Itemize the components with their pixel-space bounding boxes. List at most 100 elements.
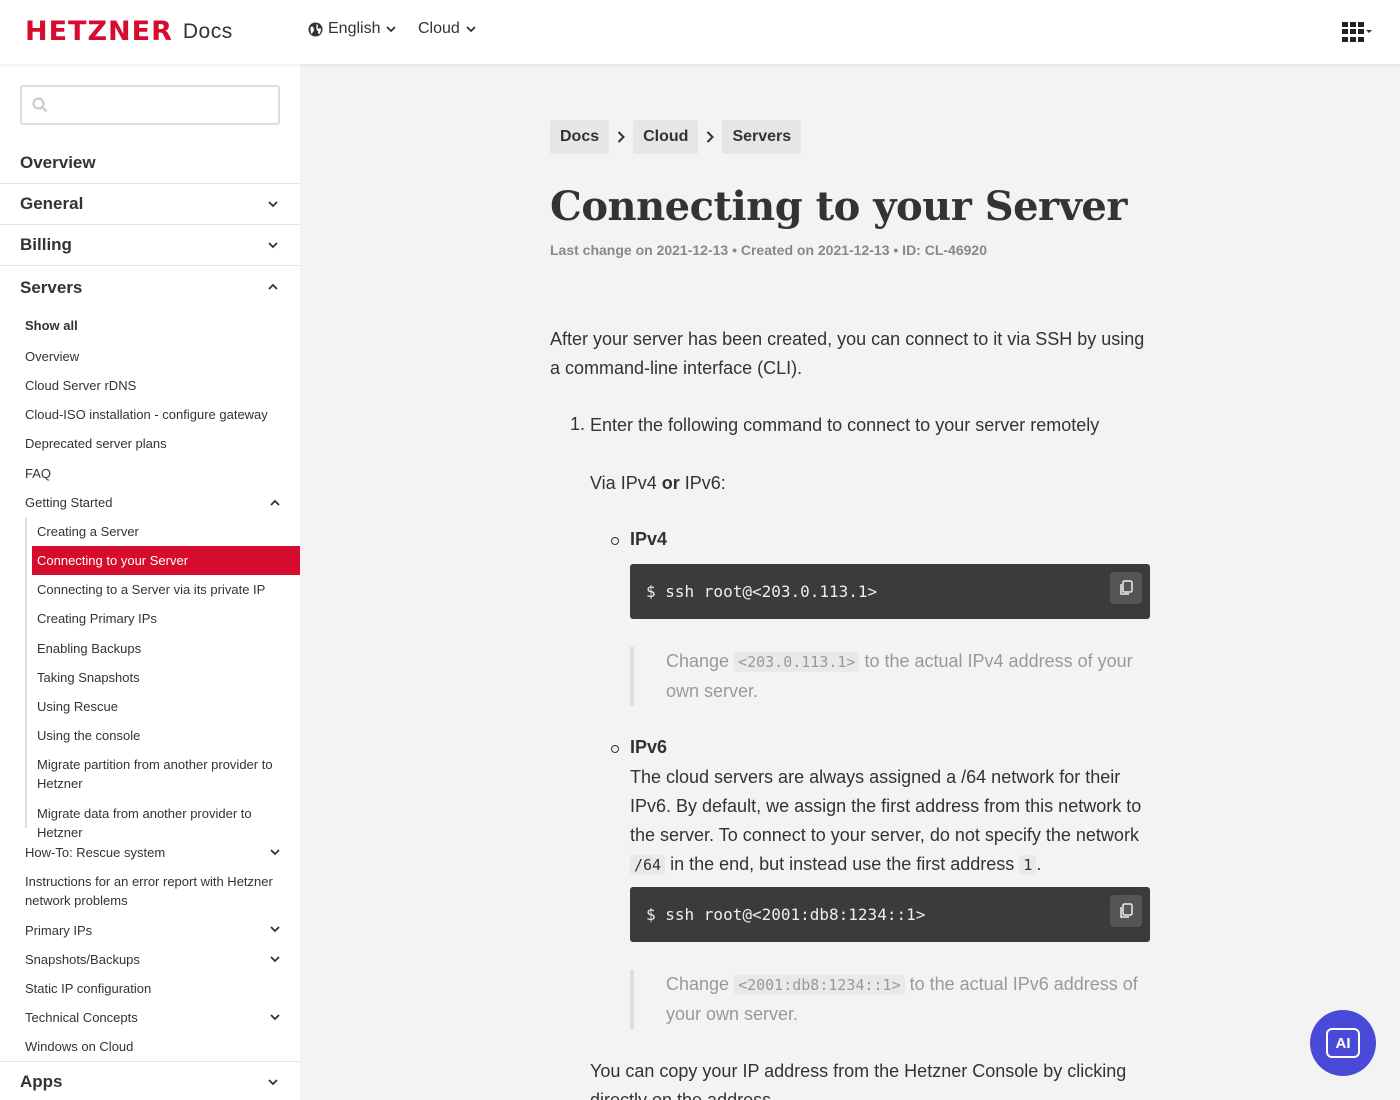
sidebar-child-connecting-private[interactable]: Connecting to a Server via its private I… <box>37 580 265 599</box>
ipv4-note: Change <203.0.113.1> to the actual IPv4 … <box>630 647 1150 706</box>
breadcrumb-cloud[interactable]: Cloud <box>633 120 699 154</box>
sidebar: Overview General Billing Servers Show al… <box>0 64 300 1100</box>
ipv4-note-prefix: Change <box>666 651 735 671</box>
ipv6-label: IPv6 <box>630 737 668 757</box>
sidebar-item-windows[interactable]: Windows on Cloud <box>25 1037 133 1056</box>
sidebar-section-label: Servers <box>20 277 83 297</box>
search-box[interactable] <box>20 85 280 125</box>
ipv6-note-prefix: Change <box>666 974 735 994</box>
via-prefix: Via IPv4 <box>590 473 662 493</box>
sidebar-child-creating-server[interactable]: Creating a Server <box>37 522 139 541</box>
product-dropdown[interactable]: Cloud <box>418 20 476 38</box>
breadcrumb: Docs Cloud Servers <box>550 120 802 154</box>
sidebar-item-how-to-rescue[interactable]: How-To: Rescue system <box>25 843 165 862</box>
search-icon <box>32 97 48 113</box>
sidebar-item-rdns[interactable]: Cloud Server rDNS <box>25 376 136 395</box>
sidebar-item-getting-started[interactable]: Getting Started <box>25 493 112 512</box>
ipv6-note-code: <2001:db8:1234::1> <box>734 975 905 995</box>
ipv6-text-2: in the end, but instead use the first ad… <box>665 854 1020 874</box>
ipv6-command[interactable]: $ ssh root@<2001:db8:1234::1> <box>646 905 925 924</box>
sidebar-section-general[interactable]: General <box>0 184 300 225</box>
ipv4-command[interactable]: $ ssh root@<203.0.113.1> <box>646 582 877 601</box>
chevron-down-icon[interactable] <box>270 924 280 934</box>
chevron-up-icon <box>268 283 278 290</box>
chevron-up-icon[interactable] <box>270 498 280 508</box>
copy-button[interactable] <box>1110 572 1142 604</box>
intro-paragraph: After your server has been created, you … <box>550 329 1145 378</box>
ipv4-code-block: $ ssh root@<203.0.113.1> <box>630 564 1150 619</box>
copy-icon <box>1120 903 1133 918</box>
sidebar-item-technical-concepts[interactable]: Technical Concepts <box>25 1008 138 1027</box>
chevron-right-icon <box>698 130 722 144</box>
sidebar-child-connecting-active[interactable]: Connecting to your Server <box>32 546 300 575</box>
sidebar-item-deprecated[interactable]: Deprecated server plans <box>25 434 167 453</box>
ipv6-code-network: /64 <box>630 855 666 875</box>
ai-label: AI <box>1335 1034 1351 1052</box>
breadcrumb-servers[interactable]: Servers <box>722 120 802 154</box>
sidebar-section-label: Overview <box>20 153 96 172</box>
hetzner-docs-logo[interactable]: HETZNER Docs <box>25 18 233 45</box>
copy-button[interactable] <box>1110 895 1142 927</box>
chevron-down-icon[interactable] <box>270 1012 280 1022</box>
top-navbar: HETZNER Docs English Cloud <box>0 0 1400 64</box>
sidebar-section-apps[interactable]: Apps <box>0 1061 300 1100</box>
chevron-right-icon <box>609 130 633 144</box>
chevron-down-icon <box>268 201 278 208</box>
ipv6-text-3: . <box>1036 854 1042 874</box>
ipv6-note: Change <2001:db8:1234::1> to the actual … <box>630 970 1150 1029</box>
ipv4-label: IPv4 <box>630 529 668 549</box>
sidebar-child-creating-primary-ips[interactable]: Creating Primary IPs <box>37 609 157 628</box>
globe-icon <box>308 21 323 37</box>
language-label: English <box>328 20 381 37</box>
ipv4-note-code: <203.0.113.1> <box>734 652 860 672</box>
ipv6-description: The cloud servers are always assigned a … <box>630 763 1150 880</box>
product-label: Cloud <box>418 20 460 37</box>
docs-logo-label: Docs <box>182 20 233 43</box>
language-dropdown[interactable]: English <box>308 20 397 38</box>
sidebar-section-overview[interactable]: Overview <box>0 143 300 184</box>
ai-assistant-button[interactable]: AI <box>1310 1010 1376 1076</box>
sidebar-item-static-ip[interactable]: Static IP configuration <box>25 979 151 998</box>
page-title: Connecting to your Server <box>550 183 1127 230</box>
caret-down-icon[interactable] <box>1366 30 1372 33</box>
sidebar-item-primary-ips[interactable]: Primary IPs <box>25 921 92 940</box>
step-1-text: Enter the following command to connect t… <box>590 415 1100 435</box>
copy-icon <box>1120 580 1133 595</box>
sidebar-section-label: Apps <box>20 1072 63 1091</box>
copy-ip-paragraph: You can copy your IP address from the He… <box>590 1061 1127 1100</box>
sidebar-item-overview[interactable]: Overview <box>25 347 79 366</box>
ipv6-code-first: 1 <box>1019 855 1037 875</box>
sidebar-item-show-all[interactable]: Show all <box>25 316 78 335</box>
via-text: Via IPv4 or IPv6: <box>590 469 1150 498</box>
sidebar-item-cloud-iso[interactable]: Cloud-ISO installation - configure gatew… <box>25 405 268 424</box>
sidebar-child-using-rescue[interactable]: Using Rescue <box>37 697 118 716</box>
sidebar-child-enabling-backups[interactable]: Enabling Backups <box>37 639 141 658</box>
ipv6-text-1: The cloud servers are always assigned a … <box>630 767 1142 845</box>
article-meta: Last change on 2021-12-13 • Created on 2… <box>550 242 987 258</box>
ipv6-code-block: $ ssh root@<2001:db8:1234::1> <box>630 887 1150 942</box>
breadcrumb-docs[interactable]: Docs <box>550 120 610 154</box>
sidebar-section-label: Billing <box>20 235 72 254</box>
sidebar-section-servers[interactable]: Servers <box>0 267 300 308</box>
bullet-circle <box>611 537 619 545</box>
chevron-down-icon[interactable] <box>270 954 280 964</box>
bullet-circle <box>611 745 619 753</box>
search-input[interactable] <box>58 87 274 123</box>
sidebar-child-using-console[interactable]: Using the console <box>37 726 140 745</box>
sidebar-item-error-report[interactable]: Instructions for an error report with He… <box>25 872 285 910</box>
sidebar-child-migrate-partition[interactable]: Migrate partition from another provider … <box>37 755 287 793</box>
chevron-down-icon[interactable] <box>270 847 280 857</box>
sidebar-item-snapshots-backups[interactable]: Snapshots/Backups <box>25 950 140 969</box>
getting-started-tree-line <box>25 518 27 828</box>
sidebar-child-taking-snapshots[interactable]: Taking Snapshots <box>37 668 140 687</box>
apps-grid-icon[interactable] <box>1342 22 1364 42</box>
sidebar-item-faq[interactable]: FAQ <box>25 464 51 483</box>
sidebar-child-migrate-data[interactable]: Migrate data from another provider to He… <box>37 804 300 842</box>
via-or: or <box>661 473 680 493</box>
ai-chat-icon: AI <box>1326 1028 1360 1058</box>
chevron-down-icon <box>466 26 476 33</box>
sidebar-section-billing[interactable]: Billing <box>0 225 300 266</box>
step-number: 1. <box>570 414 586 434</box>
chevron-down-icon <box>268 242 278 249</box>
chevron-down-icon <box>386 26 397 33</box>
